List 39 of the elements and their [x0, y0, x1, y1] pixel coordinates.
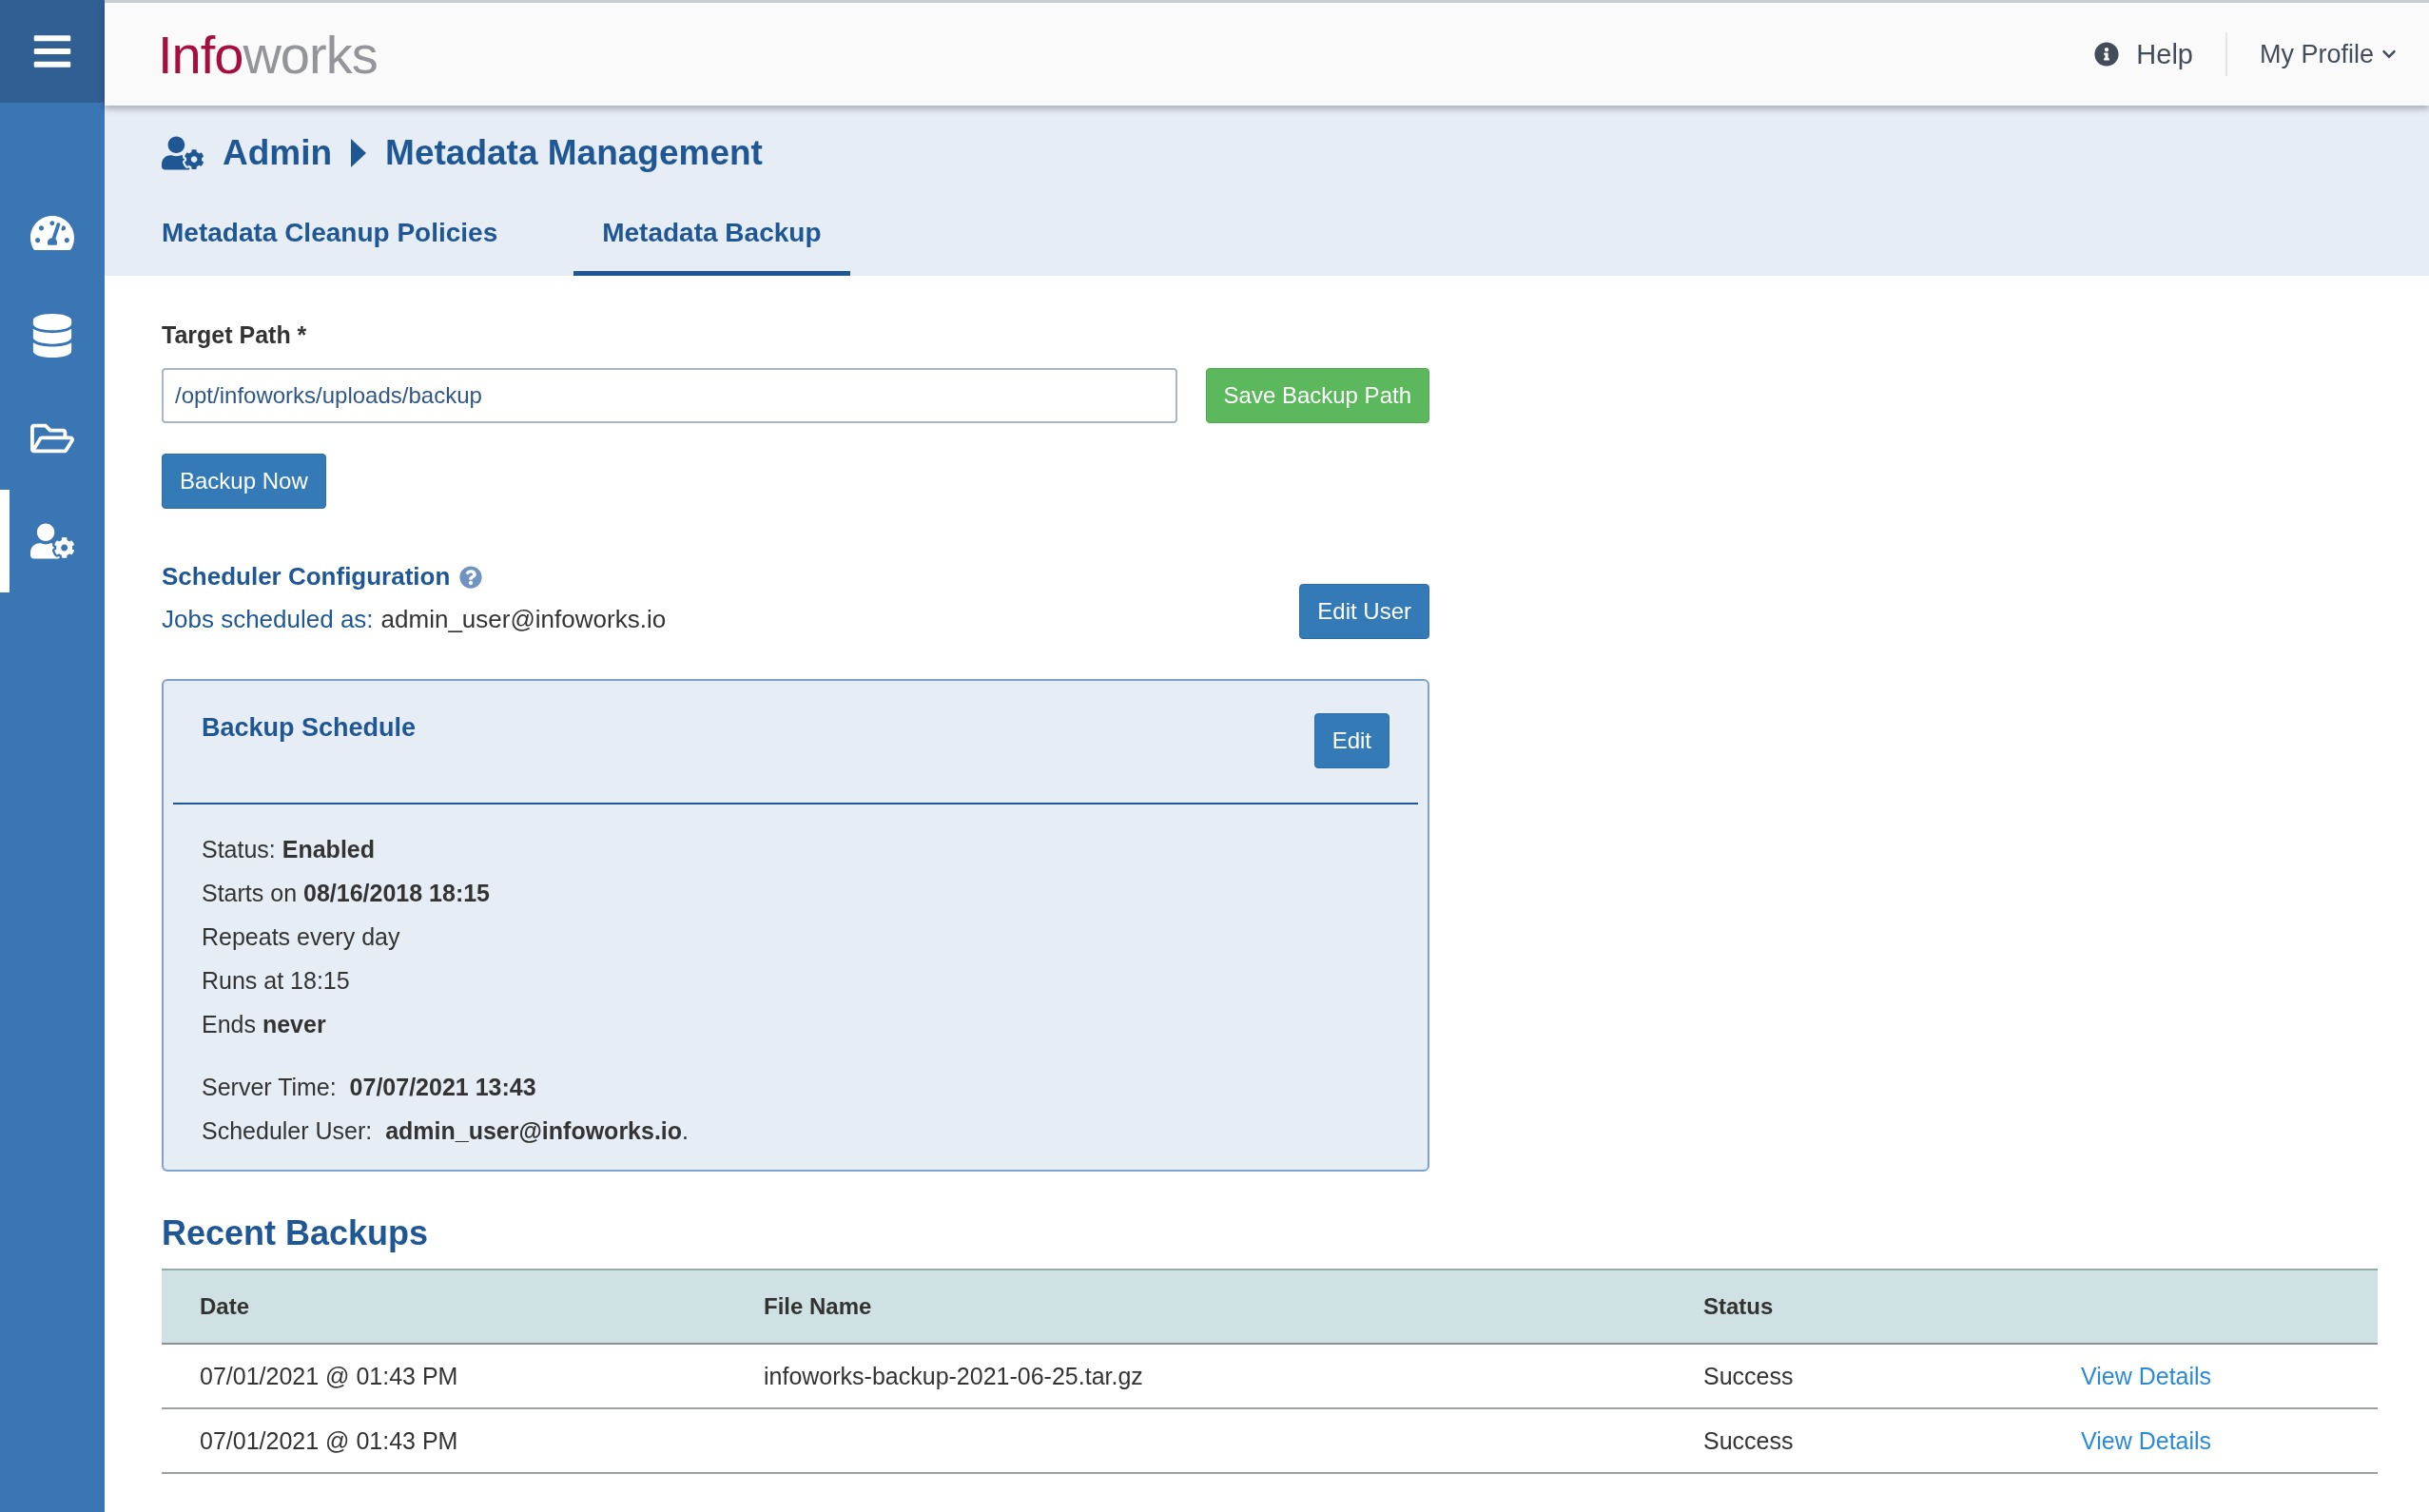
column-header: Status [1665, 1269, 2043, 1345]
table-cell: Success [1665, 1345, 2043, 1409]
help-link[interactable]: Help [2094, 32, 2227, 76]
schedule-line: Starts on 08/16/2018 18:15 [202, 879, 491, 908]
table-cell: infoworks-backup-2021-06-25.tar.gz [726, 1345, 1665, 1409]
table-cell: 07/01/2021 @ 01:43 PM [162, 1409, 726, 1474]
breadcrumb-item[interactable]: Admin [223, 133, 333, 173]
schedule-line: Ends never [202, 1010, 327, 1039]
target-path-field[interactable]: /opt/infoworks/uploads/backup [162, 368, 1177, 423]
view-details-link[interactable]: View Details [2081, 1362, 2212, 1390]
edit-button[interactable]: Edit [1313, 713, 1389, 768]
table-cell: Success [1665, 1409, 2043, 1474]
table-cell: 07/01/2021 @ 01:43 PM [162, 1345, 726, 1409]
menu-button[interactable] [0, 0, 105, 103]
database-icon [30, 314, 74, 358]
caret-icon [351, 139, 367, 167]
schedule-line: Runs at 18:15 [202, 966, 351, 996]
jobs-user: admin_user@infoworks.io [380, 605, 667, 634]
tab[interactable]: Metadata Cleanup Policies [133, 201, 527, 276]
column-header: Date [162, 1269, 726, 1345]
card-title: Backup Schedule [202, 713, 417, 744]
section-title: Recent Backups [162, 1213, 430, 1253]
column-header: File Name [726, 1269, 1665, 1345]
schedule-line: Server Time: 07/07/2021 13:43 [202, 1073, 537, 1102]
profile-menu[interactable]: My Profile [2226, 39, 2397, 69]
schedule-line: Repeats every day [202, 922, 401, 952]
jobs-label: Jobs scheduled as: [162, 605, 374, 634]
breadcrumb-item: Metadata Management [385, 133, 763, 173]
schedule-line: Scheduler User: admin_user@infoworks.io. [202, 1116, 690, 1146]
info-icon [2094, 42, 2120, 67]
backup-now-button[interactable]: Backup Now [162, 454, 326, 509]
help-icon[interactable] [459, 565, 483, 589]
field-label: Target Path * [162, 321, 308, 349]
tab[interactable]: Metadata Backup [573, 201, 850, 276]
view-details-link[interactable]: View Details [2081, 1426, 2212, 1455]
logo: Infoworks [158, 23, 379, 86]
schedule-line: Status: Enabled [202, 835, 376, 864]
edit-user-button[interactable]: Edit User [1299, 584, 1429, 639]
section-title: Scheduler Configuration [162, 562, 451, 591]
